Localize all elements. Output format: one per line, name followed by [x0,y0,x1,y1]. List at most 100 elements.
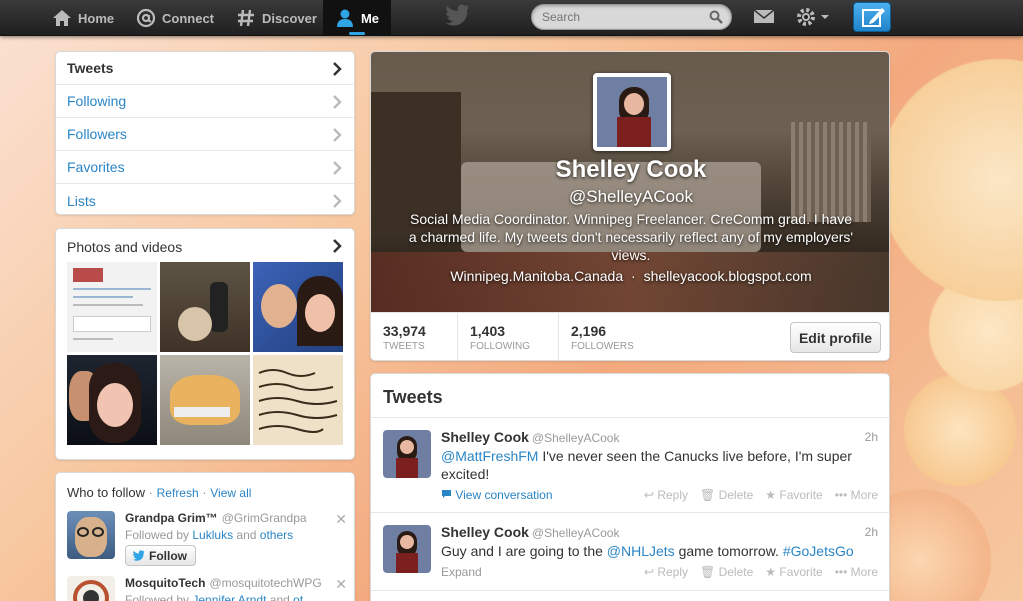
compose-tweet-button[interactable] [853,2,891,32]
edit-profile-button[interactable]: Edit profile [790,322,881,353]
separator-dot: · [631,268,636,284]
followed-by-others-link[interactable]: ot... [293,593,313,601]
photos-header[interactable]: Photos and videos [56,229,354,262]
search-input[interactable] [542,8,702,26]
stat-value: 33,974 [383,323,426,339]
avatar[interactable] [383,430,431,478]
tweet-text: Guy and I are going to the @NHLJets game… [441,542,871,560]
nav-home-label: Home [78,10,115,26]
chevron-right-icon [333,128,342,142]
chevron-right-icon [333,62,342,76]
sidebar-item-favorites[interactable]: Favorites [56,151,354,184]
photo-thumbnail[interactable] [253,355,343,445]
suggestion-handle: @GrimGrandpa [221,511,307,525]
favorite-action[interactable]: ★ Favorite [765,488,822,502]
person-icon [336,9,353,27]
gear-icon[interactable] [793,4,833,30]
suggestion-fullname: MosquitoTech [125,576,206,590]
delete-action[interactable]: 🗑 Delete [700,565,753,579]
tweets-panel: Tweets Shelley Cook @ShelleyACook 2h @Mat… [370,373,890,601]
nav-connect[interactable]: Connect [124,0,226,36]
dismiss-icon[interactable]: ✕ [335,511,347,528]
sidebar-item-tweets[interactable]: Tweets [56,52,354,85]
photo-thumbnail[interactable] [160,355,250,445]
tweet[interactable]: Shelley Cook @ShelleyACook 2h @MattFreshF… [371,418,889,513]
sidebar-item-following[interactable]: Following [56,85,354,118]
photo-thumbnail[interactable] [160,262,250,352]
chevron-right-icon [333,194,342,208]
chevron-right-icon [333,95,342,109]
tweet-body: game tomorrow. [674,543,783,559]
nav-discover[interactable]: Discover [224,0,329,36]
photo-thumbnail[interactable] [253,262,343,352]
nav-me-label: Me [360,10,379,26]
followed-by-others-link[interactable]: others [260,528,293,542]
tweet-timestamp[interactable]: 2h [865,525,878,539]
mention-link[interactable]: @MattFreshFM [441,448,538,464]
tweet-actions: ↩ Reply 🗑 Delete ★ Favorite ••• More [644,565,878,579]
nav-me[interactable]: Me [323,0,391,36]
delete-label: Delete [718,565,754,579]
more-action[interactable]: ••• More [835,565,878,579]
tweets-title: Tweets [371,374,889,418]
view-conversation-link[interactable]: View conversation [441,488,553,502]
followed-by-user-link[interactable]: Lukluks [192,528,233,542]
profile-header-image: Shelley Cook @ShelleyACook Social Media … [371,52,889,312]
stat-following[interactable]: 1,403 FOLLOWING [458,313,559,360]
profile-avatar[interactable] [593,73,671,151]
twitter-bird-icon[interactable] [444,4,470,26]
reply-label: Reply [657,565,688,579]
search-icon[interactable] [709,10,723,24]
sidebar-item-label: Following [67,93,127,109]
speech-bubble-icon [442,490,451,498]
stat-tweets[interactable]: 33,974 TWEETS [371,313,458,360]
tweet-timestamp[interactable]: 2h [865,430,878,444]
more-label: More [850,488,878,502]
handwritten-note-image [258,369,338,433]
home-icon [53,10,71,26]
suggestion-name[interactable]: MosquitoTech @mosquitotechWPG [125,576,322,590]
suggestion-name[interactable]: Grandpa Grim™ @GrimGrandpa [125,511,307,525]
tweet-author[interactable]: Shelley Cook @ShelleyACook [441,429,619,445]
avatar[interactable] [67,576,115,601]
profile-handle: @ShelleyACook [568,187,694,206]
envelope-icon[interactable] [752,6,776,26]
tweet-author-name: Shelley Cook [441,429,529,445]
tweet-text: @MattFreshFM I've never seen the Canucks… [441,447,871,483]
stat-value: 1,403 [470,323,506,339]
hashtag-link[interactable]: #GoJetsGo [783,543,854,559]
favorite-label: Favorite [779,488,823,502]
sidebar-item-followers[interactable]: Followers [56,118,354,151]
photos-title: Photos and videos [67,239,183,255]
delete-action[interactable]: 🗑 Delete [700,488,753,502]
tweet[interactable]: Shelley Cook @ShelleyACook 2h Guy and I a… [371,513,889,591]
favorite-action[interactable]: ★ Favorite [765,565,822,579]
expand-link[interactable]: Expand [441,565,482,579]
followed-by-user-link[interactable]: Jennifer Arndt [192,593,266,601]
followed-by-prefix: Followed by [125,593,190,601]
view-conversation-label: View conversation [455,488,553,502]
follow-button[interactable]: Follow [125,545,196,566]
reply-action[interactable]: ↩ Reply [644,565,688,579]
reply-action[interactable]: ↩ Reply [644,488,688,502]
compose-icon [862,8,885,27]
who-to-follow-title: Who to follow [67,485,146,500]
photo-thumbnail[interactable] [67,262,157,352]
tweet-actions: ↩ Reply 🗑 Delete ★ Favorite ••• More [644,488,878,502]
photo-thumbnail[interactable] [67,355,157,445]
dismiss-icon[interactable]: ✕ [335,576,347,593]
suggestion-fullname: Grandpa Grim™ [125,511,218,525]
avatar[interactable] [383,525,431,573]
nav-home[interactable]: Home [40,0,126,36]
avatar[interactable] [67,511,115,559]
profile-website-link[interactable]: shelleyacook.blogspot.com [644,268,812,284]
refresh-link[interactable]: Refresh [157,486,199,500]
profile-card: Shelley Cook @ShelleyACook Social Media … [370,51,890,361]
stat-followers[interactable]: 2,196 FOLLOWERS [559,313,659,360]
mention-link[interactable]: @NHLJets [607,543,675,559]
view-all-link[interactable]: View all [210,486,251,500]
tweet-author[interactable]: Shelley Cook @ShelleyACook [441,524,619,540]
more-action[interactable]: ••• More [835,488,878,502]
sidebar-item-lists[interactable]: Lists [56,184,354,217]
followed-by-and: and [236,528,257,542]
